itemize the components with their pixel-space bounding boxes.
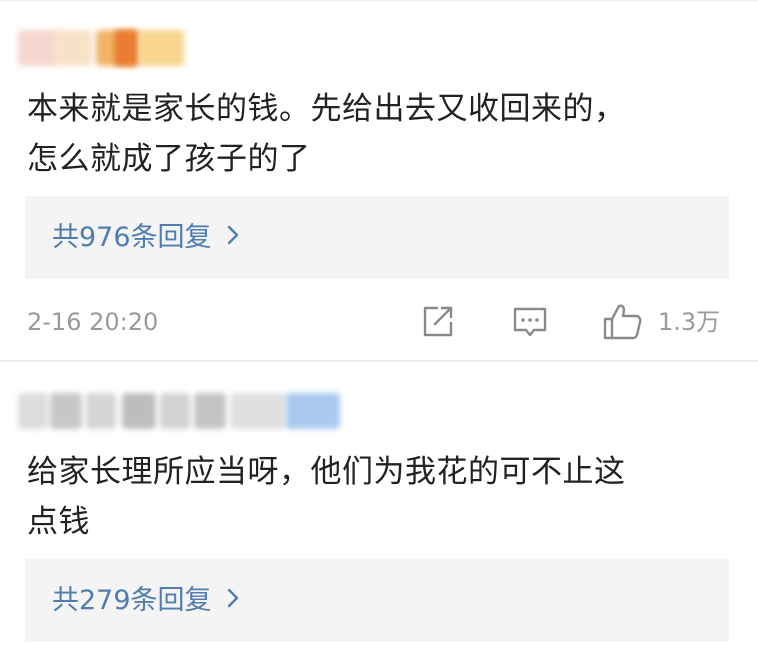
chevron-right-icon xyxy=(226,583,240,619)
reply-count-label: 共976条回复 xyxy=(52,222,212,253)
comment-time: 2-16 20:20 xyxy=(27,308,159,336)
view-replies-link[interactable]: 共976条回复 xyxy=(52,220,240,256)
reply-box[interactable]: 共279条回复 xyxy=(25,559,729,642)
share-icon[interactable] xyxy=(418,302,458,342)
username-blurred[interactable] xyxy=(18,393,348,429)
thumbs-up-icon[interactable] xyxy=(600,302,642,342)
reply-count-label: 共279条回复 xyxy=(52,585,212,616)
comment-item: 本来就是家长的钱。先给出去又收回来的， 怎么就成了孩子的了 共976条回复 2-… xyxy=(0,0,758,360)
username-blurred[interactable] xyxy=(18,30,186,66)
view-replies-link[interactable]: 共279条回复 xyxy=(52,583,240,619)
like-count: 1.3万 xyxy=(658,308,721,336)
comment-text: 给家长理所应当呀，他们为我花的可不止这 点钱 xyxy=(27,454,626,540)
comment-icon[interactable] xyxy=(510,302,550,342)
comment-feed: 本来就是家长的钱。先给出去又收回来的， 怎么就成了孩子的了 共976条回复 2-… xyxy=(0,0,758,666)
chevron-right-icon xyxy=(226,220,240,256)
comment-text: 本来就是家长的钱。先给出去又收回来的， 怎么就成了孩子的了 xyxy=(27,91,626,177)
reply-box[interactable]: 共976条回复 xyxy=(25,196,729,279)
comment-meta: 2-16 20:20 1.3万 xyxy=(0,300,758,344)
